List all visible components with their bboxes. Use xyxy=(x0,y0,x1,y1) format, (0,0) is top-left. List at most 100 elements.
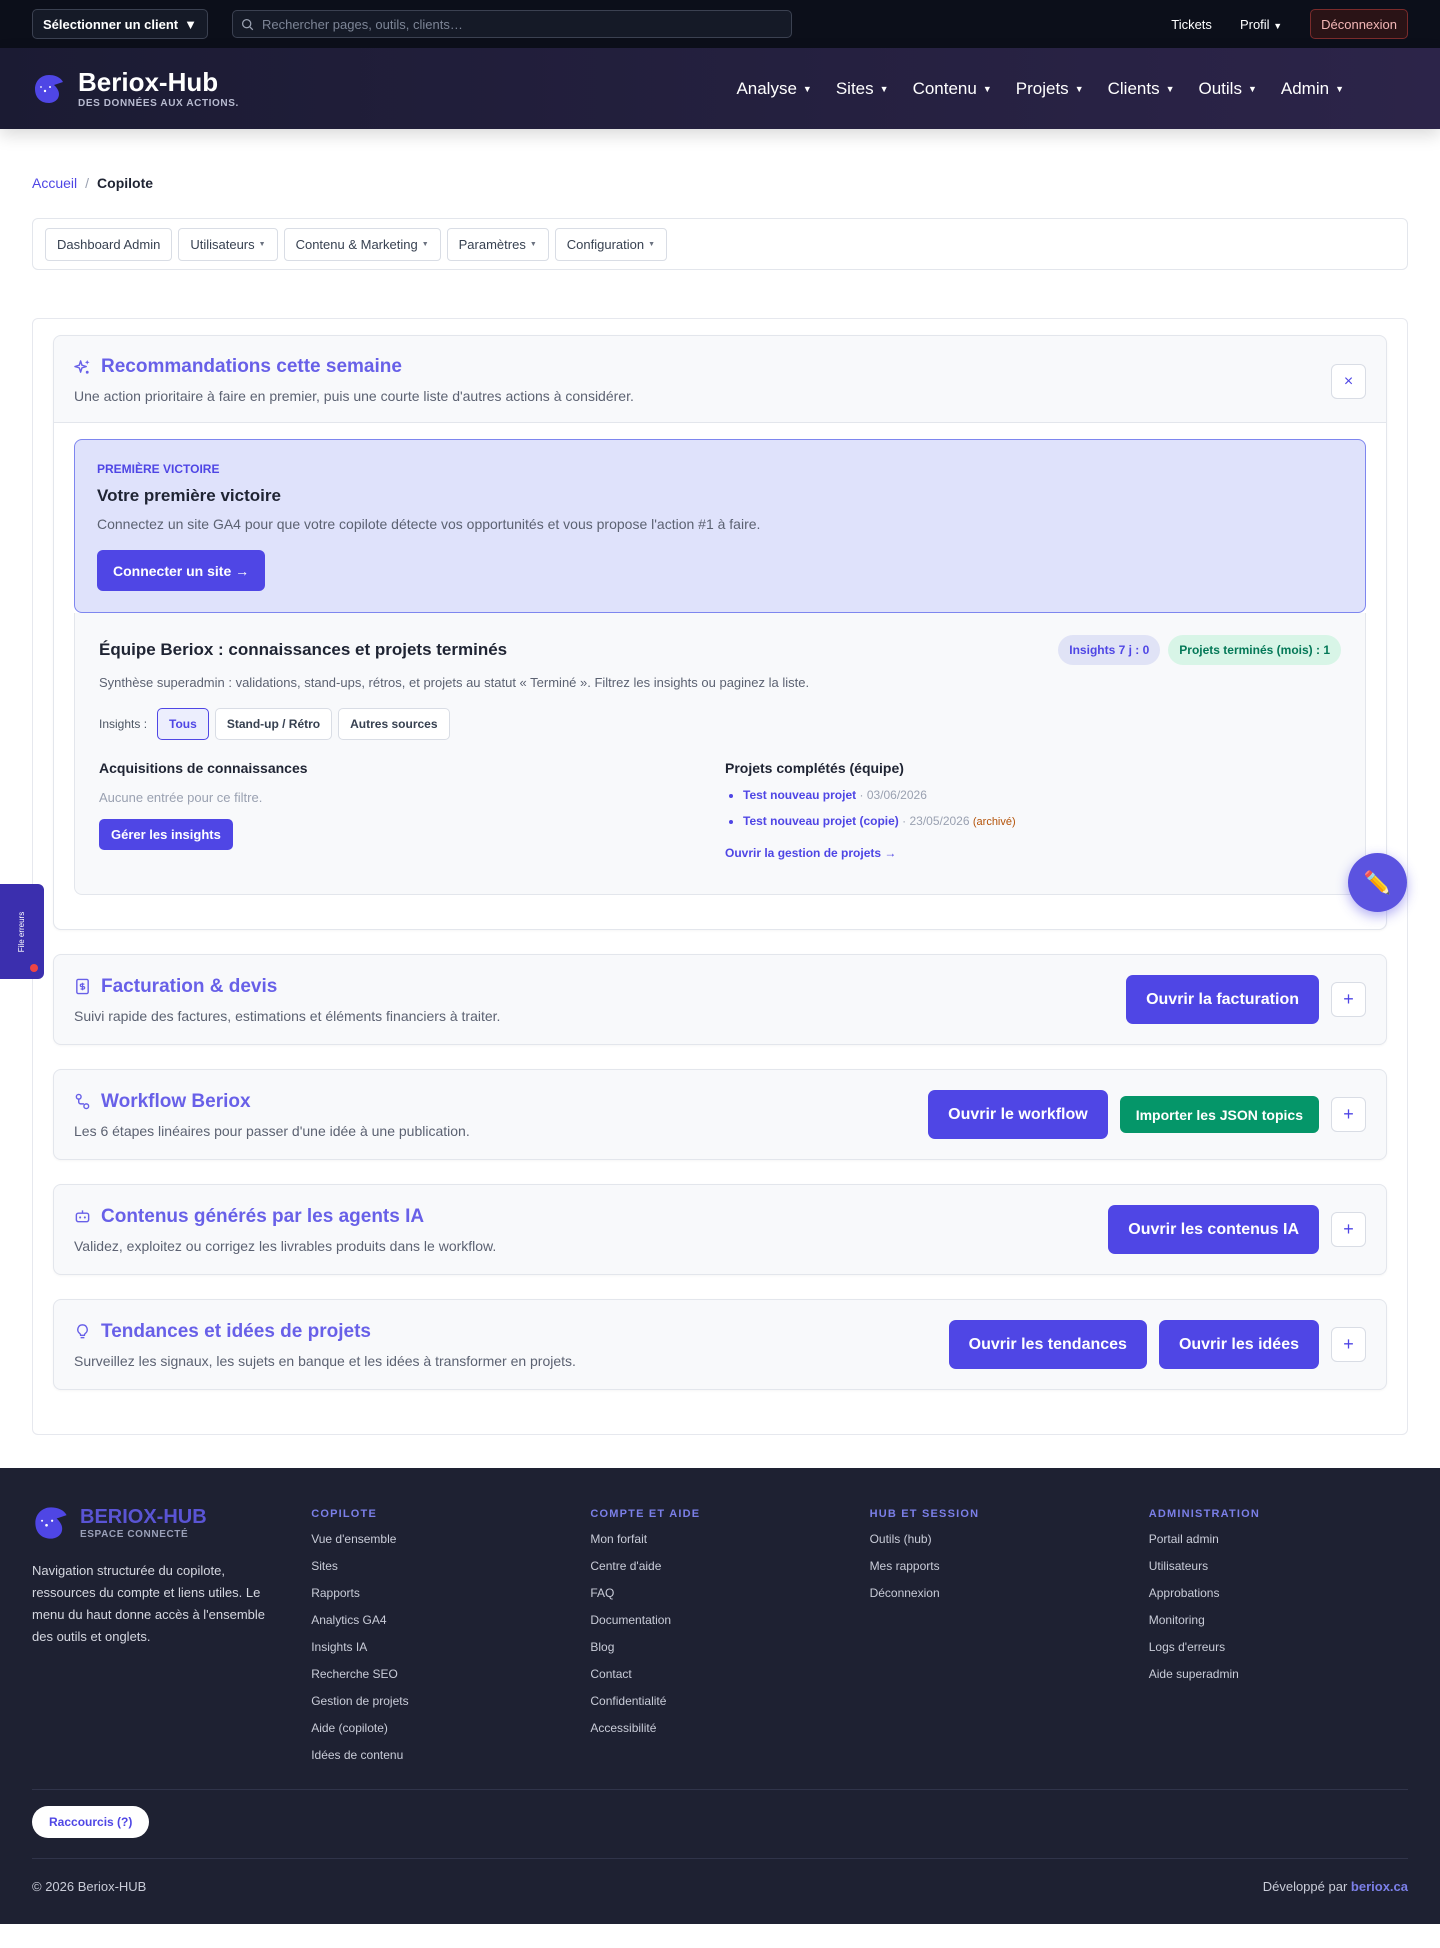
knowledge-title: Acquisitions de connaissances xyxy=(99,760,308,776)
top-bar: Sélectionner un client ▼ Rechercher page… xyxy=(0,0,1440,48)
filter-standup-retro[interactable]: Stand-up / Rétro xyxy=(214,708,333,740)
project-date: · 03/06/2026 xyxy=(859,788,927,802)
projects-column: Projets complétés (équipe) Test nouveau … xyxy=(715,760,1341,860)
import-json-topics-button[interactable]: Importer les JSON topics xyxy=(1119,1096,1319,1133)
brand[interactable]: Beriox-Hub DES DONNÉES AUX ACTIONS. xyxy=(32,69,239,109)
billing-title: Facturation & devis xyxy=(74,976,500,998)
close-button[interactable]: × xyxy=(1331,364,1366,399)
footer-link[interactable]: Logs d'erreurs xyxy=(1149,1640,1408,1654)
projects-done-badge: Projets terminés (mois) : 1 xyxy=(1168,635,1341,665)
error-queue-tab[interactable]: File erreurs xyxy=(0,884,44,979)
nav-contenu[interactable]: Contenu ▼ xyxy=(913,79,992,99)
expand-button[interactable]: + xyxy=(1331,1327,1366,1362)
admin-dashboard-button[interactable]: Dashboard Admin xyxy=(45,227,173,261)
list-item: Test nouveau projet (copie) · 23/05/2026… xyxy=(743,814,1341,828)
breadcrumb-home[interactable]: Accueil xyxy=(32,175,77,191)
open-workflow-button[interactable]: Ouvrir le workflow xyxy=(928,1090,1108,1139)
admin-users-menu[interactable]: Utilisateurs ▼ xyxy=(178,227,278,261)
nav-outils[interactable]: Outils ▼ xyxy=(1199,79,1257,99)
footer-link[interactable]: Centre d'aide xyxy=(590,1559,869,1573)
victory-title: Votre première victoire xyxy=(97,486,281,505)
search-input[interactable]: Rechercher pages, outils, clients… xyxy=(231,10,792,38)
open-trends-button[interactable]: Ouvrir les tendances xyxy=(948,1320,1147,1369)
footer-link[interactable]: Sites xyxy=(311,1559,590,1573)
list-item: Test nouveau projet · 03/06/2026 xyxy=(743,788,1341,802)
expand-button[interactable]: + xyxy=(1331,982,1366,1017)
brand-tagline: DES DONNÉES AUX ACTIONS. xyxy=(78,97,239,109)
ai-content-title: Contenus générés par les agents IA xyxy=(74,1206,496,1228)
footer-link[interactable]: Accessibilité xyxy=(590,1721,869,1735)
footer-link[interactable]: Insights IA xyxy=(311,1640,590,1654)
open-billing-button[interactable]: Ouvrir la facturation xyxy=(1126,975,1319,1024)
team-insights-card: Équipe Beriox : connaissances et projets… xyxy=(74,613,1366,895)
shortcuts-button[interactable]: Raccourcis (?) xyxy=(32,1806,150,1838)
footer-link[interactable]: Utilisateurs xyxy=(1149,1559,1408,1573)
footer-link[interactable]: Aide superadmin xyxy=(1149,1667,1408,1681)
open-ai-content-button[interactable]: Ouvrir les contenus IA xyxy=(1108,1205,1319,1254)
footer-link[interactable]: Blog xyxy=(590,1640,869,1654)
footer-link[interactable]: Rapports xyxy=(311,1586,590,1600)
nav-label: Admin xyxy=(1280,78,1330,98)
profile-menu[interactable]: Profil ▼ xyxy=(1240,17,1282,32)
footer-brand[interactable]: BERIOX-HUB ESPACE CONNECTÉ xyxy=(32,1504,311,1542)
filter-other-sources[interactable]: Autres sources xyxy=(338,708,450,740)
nav-clients[interactable]: Clients ▼ xyxy=(1108,79,1175,99)
nav-admin[interactable]: Admin ▼ xyxy=(1281,79,1344,99)
nav-projets[interactable]: Projets ▼ xyxy=(1016,79,1084,99)
archived-tag: (archivé) xyxy=(972,816,1016,828)
logout-button[interactable]: Déconnexion xyxy=(1310,9,1408,39)
connect-site-button[interactable]: Connecter un site → xyxy=(97,550,266,591)
knowledge-column: Acquisitions de connaissances Aucune ent… xyxy=(99,760,715,860)
workflow-title: Workflow Beriox xyxy=(74,1091,470,1113)
caret-down-icon: ▼ xyxy=(879,83,889,94)
developer-credit: Développé par beriox.ca xyxy=(1263,1879,1408,1894)
billing-card: Facturation & devis Suivi rapide des fac… xyxy=(53,954,1387,1045)
footer-link[interactable]: Mon forfait xyxy=(590,1532,869,1546)
open-projects-link[interactable]: Ouvrir la gestion de projets → xyxy=(725,846,1341,860)
developer-link[interactable]: beriox.ca xyxy=(1351,1879,1408,1894)
nav-analyse[interactable]: Analyse ▼ xyxy=(736,79,811,99)
footer-link[interactable]: Mes rapports xyxy=(870,1559,1149,1573)
admin-settings-menu[interactable]: Paramètres ▼ xyxy=(446,227,549,261)
footer-col-title: HUB ET SESSION xyxy=(869,1508,980,1520)
footer-link[interactable]: Confidentialité xyxy=(590,1694,869,1708)
open-ideas-button[interactable]: Ouvrir les idées xyxy=(1158,1320,1319,1369)
quick-edit-button[interactable]: ✏️ xyxy=(1348,853,1407,912)
expand-button[interactable]: + xyxy=(1331,1097,1366,1132)
footer-link[interactable]: Documentation xyxy=(590,1613,869,1627)
tickets-link[interactable]: Tickets xyxy=(1171,17,1212,32)
admin-content-marketing-menu[interactable]: Contenu & Marketing ▼ xyxy=(283,227,441,261)
admin-configuration-menu[interactable]: Configuration ▼ xyxy=(554,227,668,261)
footer-link[interactable]: Contact xyxy=(590,1667,869,1681)
manage-insights-button[interactable]: Gérer les insights xyxy=(99,819,233,850)
filter-all[interactable]: Tous xyxy=(157,708,209,740)
footer-link[interactable]: Portail admin xyxy=(1149,1532,1408,1546)
footer-link[interactable]: Monitoring xyxy=(1149,1613,1408,1627)
pencil-icon: ✏️ xyxy=(1363,869,1392,895)
workflow-subtitle: Les 6 étapes linéaires pour passer d'une… xyxy=(74,1122,470,1139)
footer-link[interactable]: Aide (copilote) xyxy=(311,1721,590,1735)
first-victory-card: PREMIÈRE VICTOIRE Votre première victoir… xyxy=(74,439,1366,613)
main-content: Accueil / Copilote Dashboard Admin Utili… xyxy=(0,175,1440,1435)
footer-link[interactable]: Recherche SEO xyxy=(311,1667,590,1681)
footer-link[interactable]: Outils (hub) xyxy=(870,1532,1149,1546)
footer-col-hub: HUB ET SESSION Outils (hub) Mes rapports… xyxy=(870,1504,1149,1775)
trends-title-text: Tendances et idées de projets xyxy=(101,1320,371,1342)
project-link[interactable]: Test nouveau projet (copie) xyxy=(743,814,899,828)
footer-col-title: ADMINISTRATION xyxy=(1148,1508,1261,1520)
footer-link[interactable]: Analytics GA4 xyxy=(311,1613,590,1627)
expand-button[interactable]: + xyxy=(1331,1212,1366,1247)
projects-title: Projets complétés (équipe) xyxy=(725,760,904,776)
footer-link[interactable]: Vue d'ensemble xyxy=(311,1532,590,1546)
sparkles-icon xyxy=(74,359,90,374)
footer-link[interactable]: Déconnexion xyxy=(870,1586,1149,1600)
client-select[interactable]: Sélectionner un client ▼ xyxy=(32,9,208,39)
footer-link[interactable]: Idées de contenu xyxy=(311,1748,590,1762)
nav-sites[interactable]: Sites ▼ xyxy=(836,79,889,99)
caret-down-icon: ▼ xyxy=(184,16,197,32)
footer-link[interactable]: Gestion de projets xyxy=(311,1694,590,1708)
footer-link[interactable]: Approbations xyxy=(1149,1586,1408,1600)
profile-label: Profil xyxy=(1239,16,1270,32)
footer-link[interactable]: FAQ xyxy=(590,1586,869,1600)
project-link[interactable]: Test nouveau projet xyxy=(743,788,856,802)
